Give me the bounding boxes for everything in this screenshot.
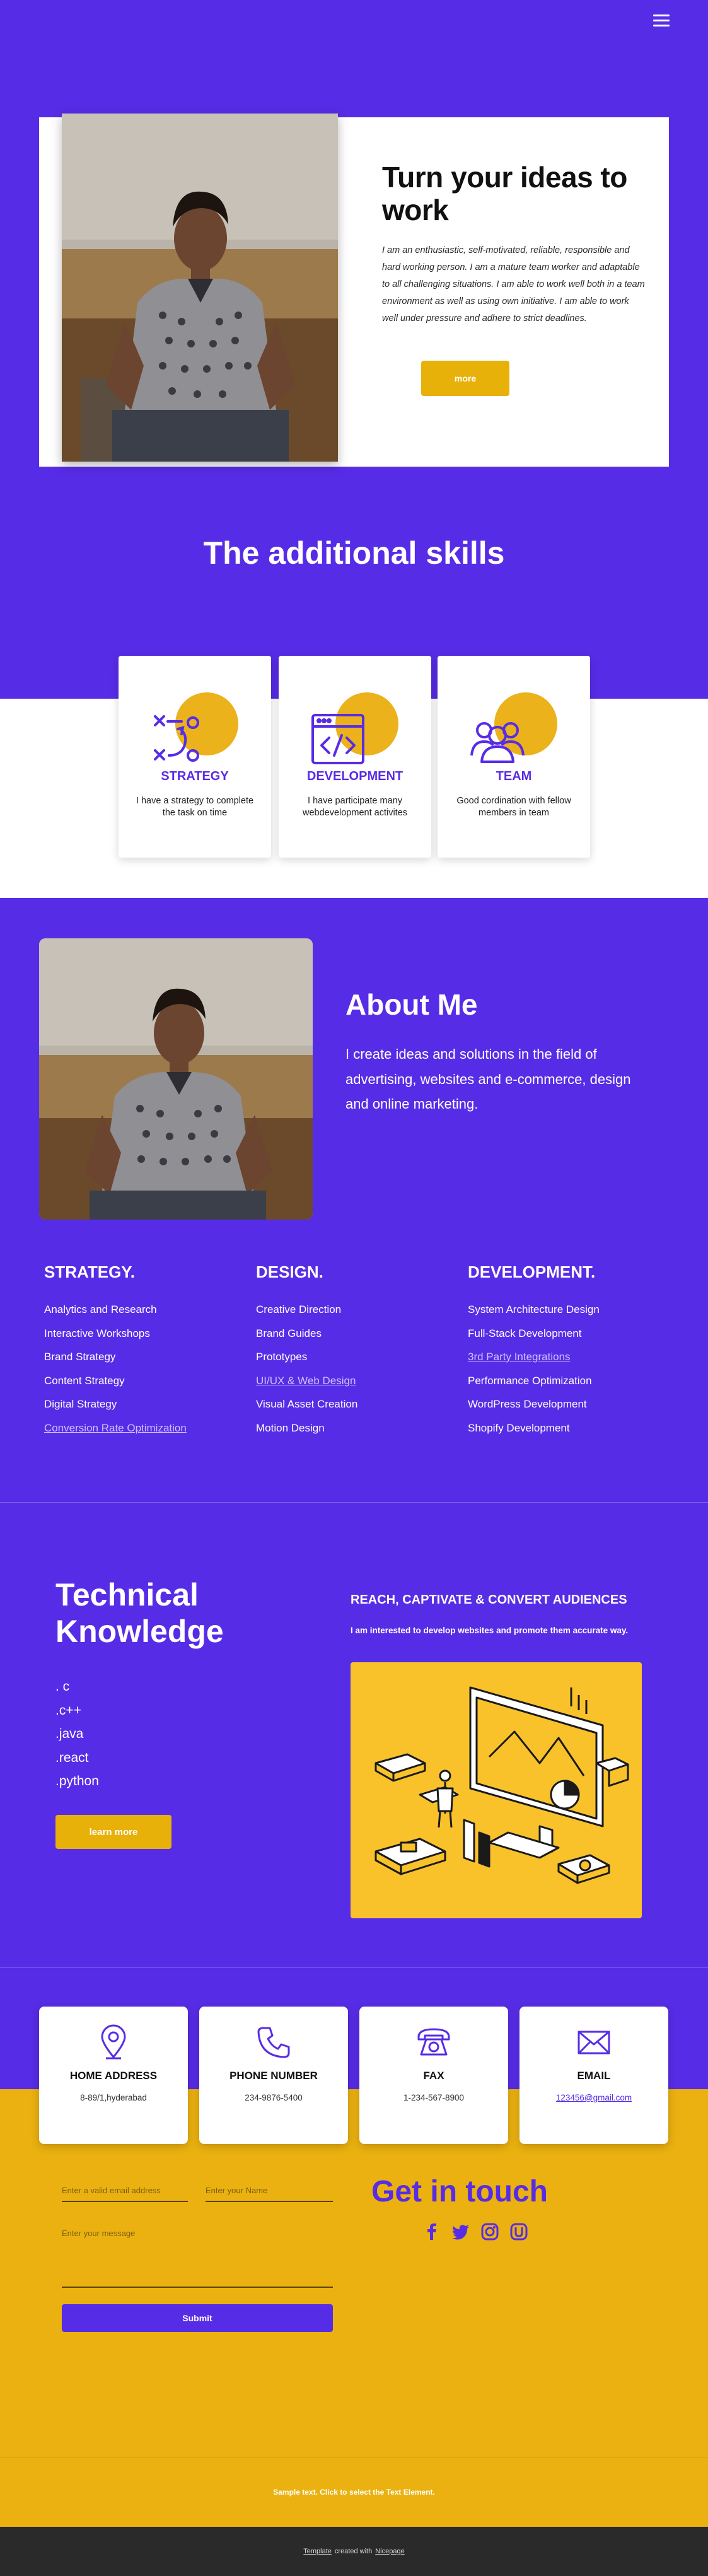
contact-card-address: HOME ADDRESS 8-89/1,hyderabad	[39, 2007, 188, 2144]
third-party-integrations-link[interactable]: 3rd Party Integrations	[468, 1345, 670, 1369]
page: Turn your ideas to work I am an enthusia…	[0, 0, 708, 2576]
list-item: WordPress Development	[468, 1398, 587, 1410]
facebook-icon[interactable]	[422, 2222, 441, 2241]
contact-card-fax: FAX 1-234-567-8900	[359, 2007, 508, 2144]
technical-item: . c	[55, 1679, 70, 1694]
learn-more-button[interactable]: learn more	[55, 1815, 171, 1849]
skill-title: TEAM	[496, 769, 532, 783]
fax-telephone-icon	[417, 2028, 450, 2056]
technical-item: .java	[55, 1727, 84, 1741]
list-item: Performance Optimization	[468, 1374, 592, 1387]
skill-card-team: TEAM Good cordination with fellow member…	[438, 656, 590, 858]
sample-text[interactable]: Sample text. Click to select the Text El…	[0, 2488, 708, 2497]
column-title: STRATEGY.	[44, 1262, 135, 1281]
hero-card: Turn your ideas to work I am an enthusia…	[39, 114, 669, 467]
social-u-icon[interactable]	[509, 2222, 528, 2241]
email-field[interactable]	[62, 2179, 188, 2202]
contact-card-phone: PHONE NUMBER 234-9876-5400	[199, 2007, 348, 2144]
about-photo	[39, 938, 313, 1220]
template-link[interactable]: Template	[303, 2548, 332, 2555]
technical-list: . c .c++ .java .react .python	[55, 1675, 99, 1793]
contact-value: 234-9876-5400	[245, 2093, 303, 2102]
list-item: Interactive Workshops	[44, 1327, 150, 1339]
design-column: DESIGN. Creative Direction Brand Guides …	[256, 1262, 458, 1440]
list-item: Full-Stack Development	[468, 1327, 582, 1339]
created-with-text: created with	[334, 2548, 373, 2555]
column-title: DESIGN.	[256, 1262, 323, 1281]
list-item: Digital Strategy	[44, 1398, 117, 1410]
column-title: DEVELOPMENT.	[468, 1262, 596, 1281]
builder-link[interactable]: Nicepage	[375, 2548, 404, 2555]
code-window-icon	[311, 714, 364, 764]
skill-description: I have participate many webdevelopment a…	[302, 796, 408, 818]
development-column: DEVELOPMENT. System Architecture Design …	[468, 1262, 670, 1440]
get-in-touch-title: Get in touch	[371, 2175, 548, 2208]
reach-description: I am interested to develop websites and …	[351, 1626, 629, 1635]
contact-value: 1-234-567-8900	[403, 2093, 465, 2102]
hero-description: I am an enthusiastic, self-motivated, re…	[382, 245, 645, 323]
isometric-illustration	[351, 1662, 642, 1918]
list-item: Brand Strategy	[44, 1351, 116, 1363]
phone-icon	[257, 2027, 290, 2058]
section-divider	[0, 1967, 708, 1968]
skill-title: STRATEGY	[161, 769, 229, 783]
contact-title: FAX	[423, 2070, 444, 2082]
about-description: I create ideas and solutions in the fiel…	[345, 1046, 631, 1112]
contact-title: EMAIL	[577, 2070, 611, 2082]
contact-title: PHONE NUMBER	[229, 2070, 318, 2082]
list-item: System Architecture Design	[468, 1303, 600, 1315]
technical-title: Technical Knowledge	[55, 1577, 224, 1649]
twitter-icon[interactable]	[451, 2222, 470, 2241]
list-item: Shopify Development	[468, 1421, 570, 1434]
contact-value: 8-89/1,hyderabad	[80, 2093, 147, 2102]
list-item: Content Strategy	[44, 1374, 125, 1387]
technical-item: .python	[55, 1774, 99, 1788]
more-button[interactable]: more	[421, 361, 509, 396]
reach-title: REACH, CAPTIVATE & CONVERT AUDIENCES	[351, 1593, 627, 1607]
hero-photo	[62, 114, 338, 462]
skill-card-development: DEVELOPMENT I have participate many webd…	[279, 656, 431, 858]
strategy-icon	[154, 715, 199, 762]
skills-heading: The additional skills	[203, 535, 505, 571]
skill-description: I have a strategy to complete the task o…	[136, 796, 254, 818]
social-links	[422, 2222, 528, 2241]
hero-title: Turn your ideas to work	[382, 161, 627, 226]
conversion-rate-link[interactable]: Conversion Rate Optimization	[44, 1416, 246, 1440]
message-field[interactable]	[62, 2222, 333, 2288]
envelope-icon	[577, 2031, 610, 2054]
name-field[interactable]	[206, 2179, 333, 2202]
skill-card-strategy: STRATEGY I have a strategy to complete t…	[119, 656, 271, 858]
list-item: Analytics and Research	[44, 1303, 157, 1315]
technical-item: .c++	[55, 1703, 81, 1718]
section-divider	[0, 1502, 708, 1503]
contact-title: HOME ADDRESS	[69, 2070, 158, 2082]
ui-ux-design-link[interactable]: UI/UX & Web Design	[256, 1369, 458, 1393]
skill-title: DEVELOPMENT	[306, 769, 403, 783]
list-item: Visual Asset Creation	[256, 1398, 358, 1410]
email-link[interactable]: 123456@gmail.com	[519, 2093, 668, 2102]
footer: Template created with Nicepage	[0, 2527, 708, 2576]
menu-hamburger-icon[interactable]	[653, 13, 670, 28]
location-pin-icon	[101, 2024, 126, 2060]
team-icon	[470, 722, 525, 763]
skill-description: Good cordination with fellow members in …	[456, 796, 571, 818]
list-item: Brand Guides	[256, 1327, 322, 1339]
technical-item: .react	[55, 1750, 89, 1765]
instagram-icon[interactable]	[480, 2222, 499, 2241]
list-item: Motion Design	[256, 1421, 325, 1434]
contact-card-email: EMAIL 123456@gmail.com	[519, 2007, 668, 2144]
list-item: Creative Direction	[256, 1303, 342, 1315]
about-title: About Me	[345, 988, 478, 1021]
submit-button[interactable]: Submit	[62, 2304, 333, 2332]
list-item: Prototypes	[256, 1351, 308, 1363]
strategy-column: STRATEGY. Analytics and Research Interac…	[44, 1262, 246, 1440]
